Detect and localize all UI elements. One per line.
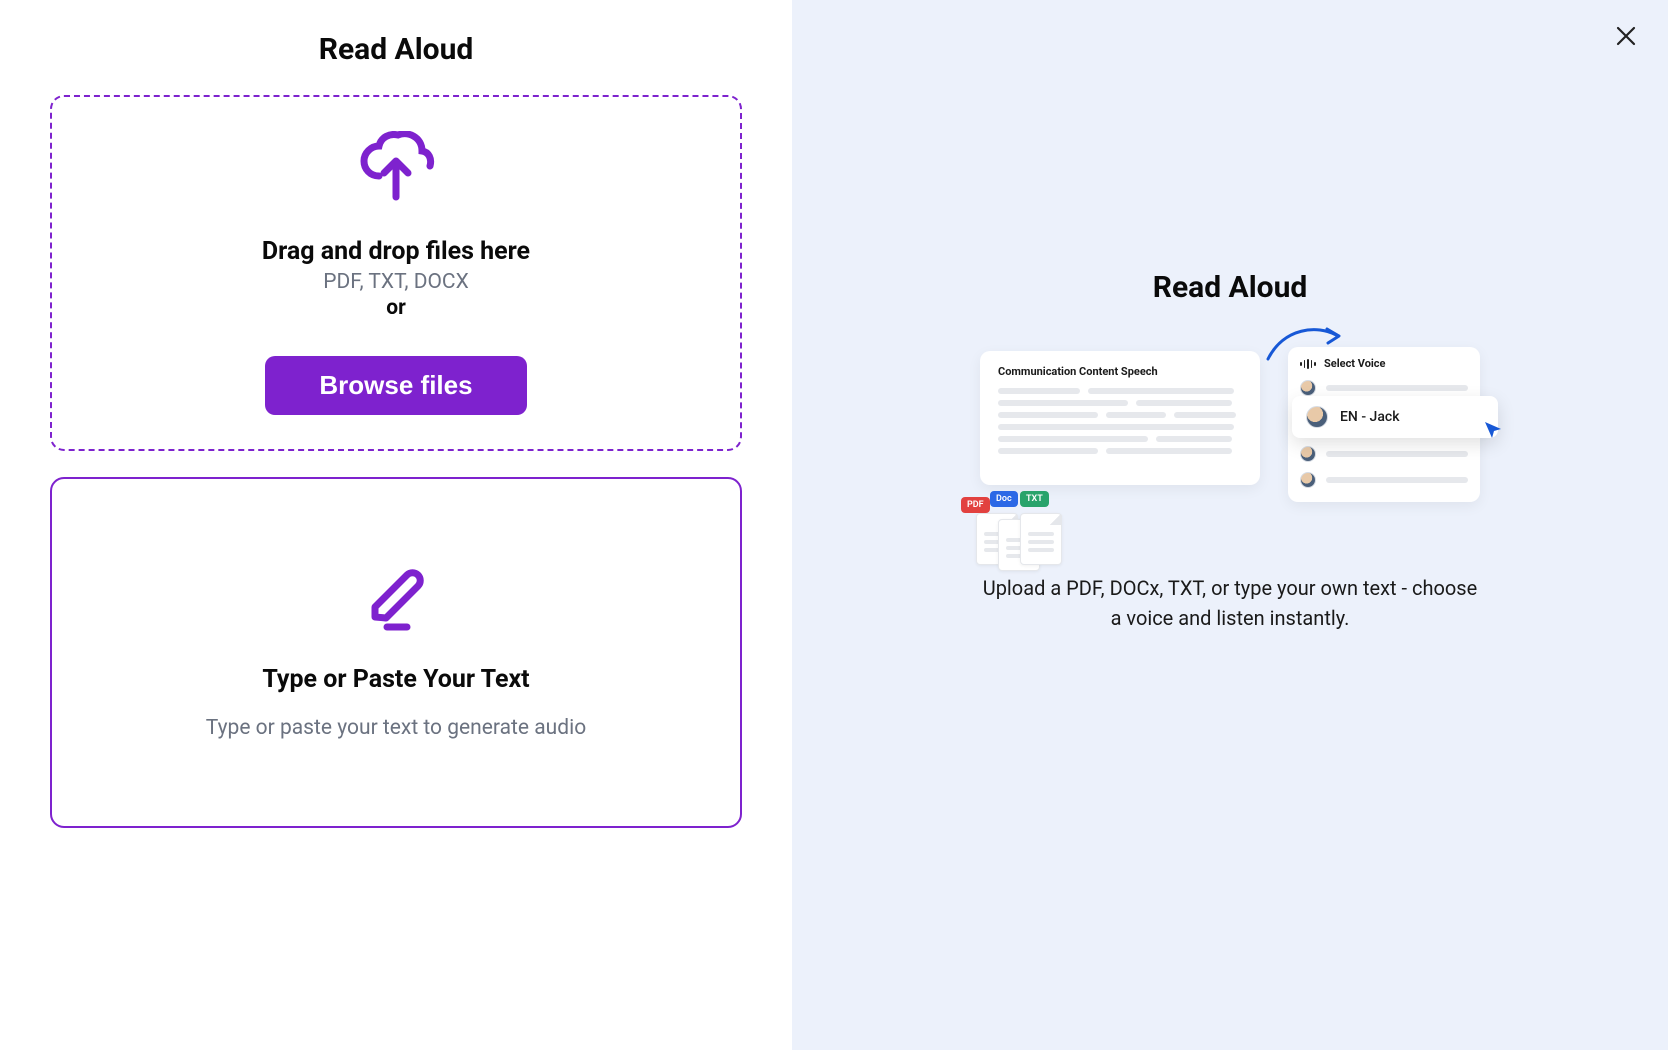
text-input-card[interactable]: Type or Paste Your Text Type or paste yo… — [50, 477, 742, 828]
info-description: Upload a PDF, DOCx, TXT, or type your ow… — [980, 573, 1480, 633]
voice-selected-label: EN - Jack — [1340, 409, 1400, 425]
pdf-chip: PDF — [961, 497, 990, 513]
right-panel: Read Aloud Communication Content Speech … — [792, 0, 1668, 1050]
txt-chip: TXT — [1020, 491, 1049, 507]
document-card-illustration: Communication Content Speech — [980, 351, 1260, 485]
avatar — [1300, 472, 1316, 488]
feature-illustration: Communication Content Speech PDF Doc TXT… — [980, 341, 1480, 517]
text-card-heading: Type or Paste Your Text — [262, 665, 529, 694]
left-panel: Read Aloud Drag and drop files here PDF,… — [0, 0, 792, 1050]
info-title: Read Aloud — [1153, 270, 1308, 305]
browse-files-button[interactable]: Browse files — [265, 356, 526, 415]
text-card-subheading: Type or paste your text to generate audi… — [206, 716, 586, 740]
cloud-upload-icon — [356, 131, 436, 207]
page-title: Read Aloud — [319, 32, 474, 67]
file-dropzone[interactable]: Drag and drop files here PDF, TXT, DOCX … — [50, 95, 742, 451]
dropzone-formats-label: PDF, TXT, DOCX — [323, 270, 469, 294]
cursor-icon — [1482, 419, 1504, 441]
avatar — [1300, 446, 1316, 462]
pencil-icon — [361, 565, 431, 635]
voice-selected-card: EN - Jack — [1292, 396, 1498, 438]
dropzone-or-label: or — [386, 296, 406, 320]
sound-wave-icon — [1300, 359, 1316, 369]
close-icon — [1615, 25, 1637, 47]
document-card-title: Communication Content Speech — [998, 365, 1242, 378]
close-button[interactable] — [1612, 22, 1640, 50]
dropzone-heading: Drag and drop files here — [262, 237, 530, 266]
avatar — [1306, 406, 1328, 428]
doc-chip: Doc — [990, 491, 1018, 507]
voice-panel-header: Select Voice — [1324, 357, 1385, 370]
avatar — [1300, 380, 1316, 396]
